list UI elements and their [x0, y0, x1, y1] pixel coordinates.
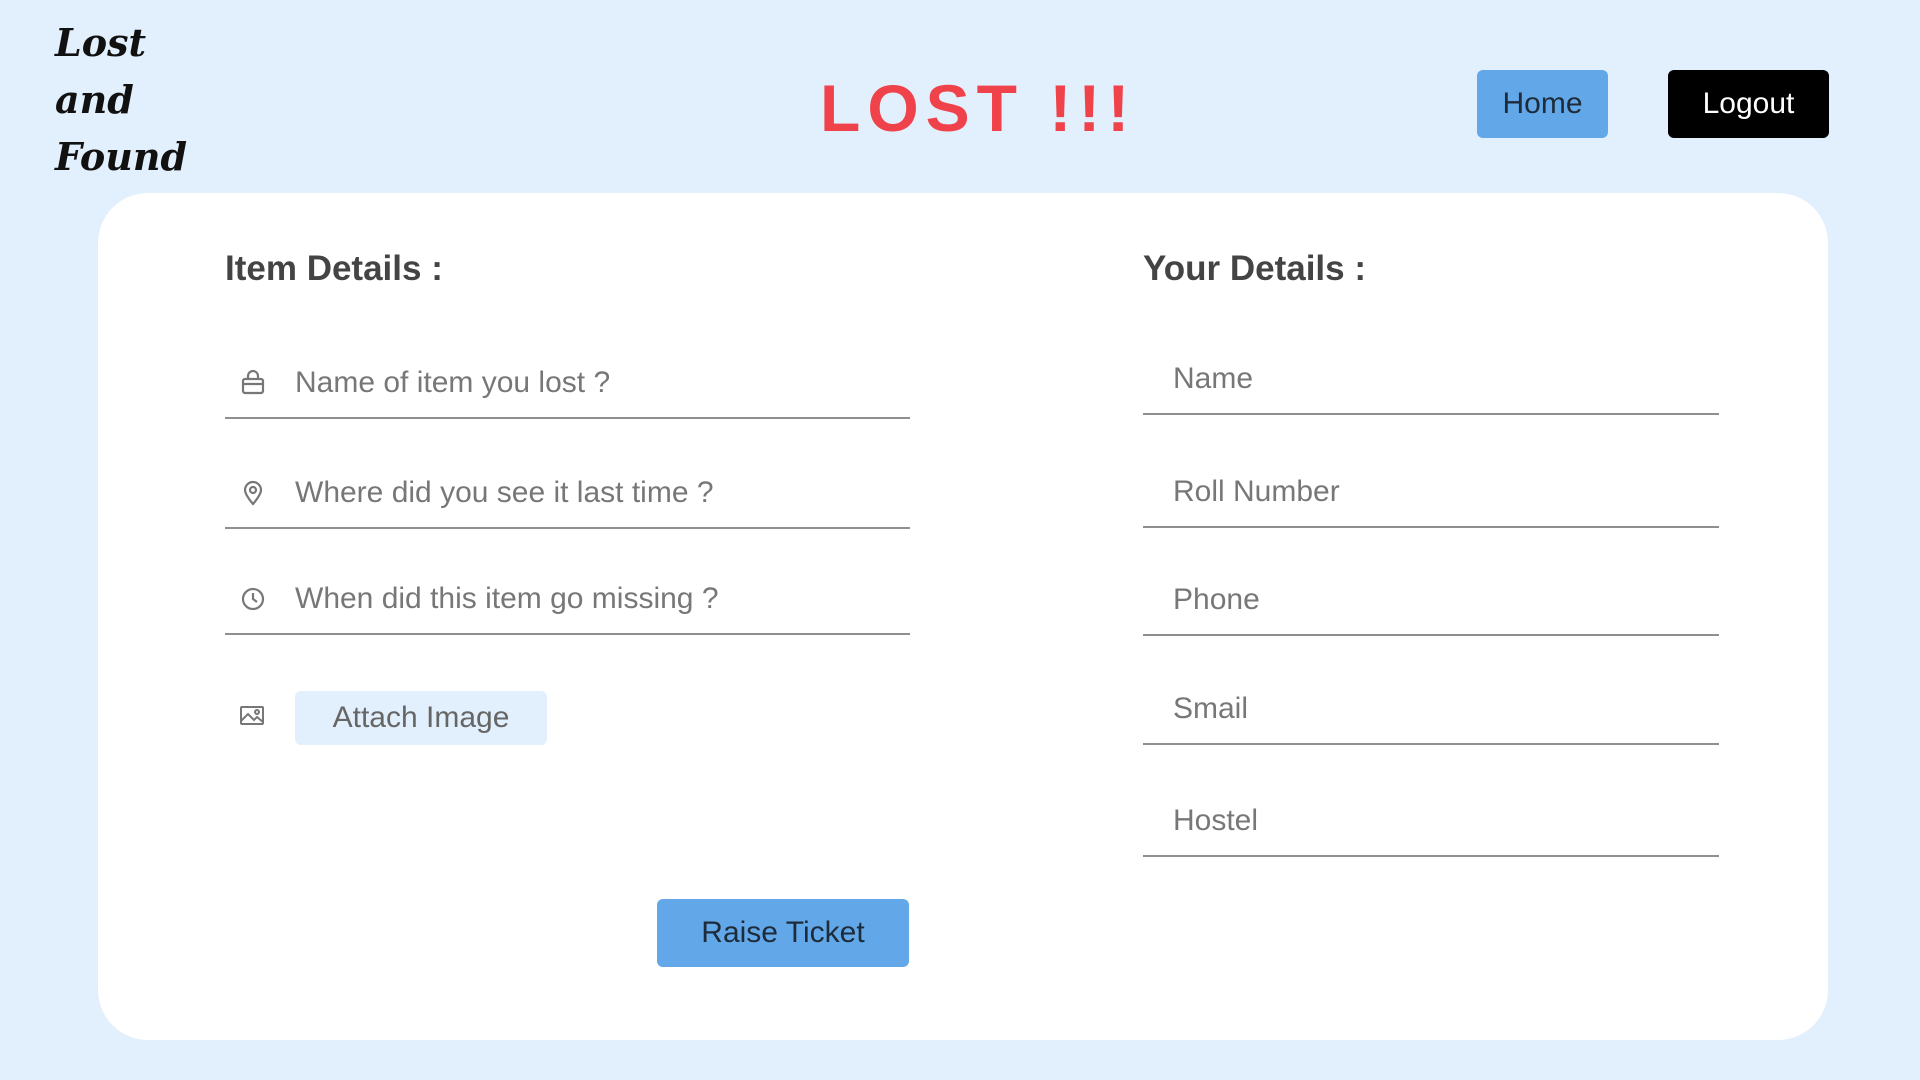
roll-number-field [1143, 458, 1719, 528]
image-icon [238, 701, 266, 729]
item-name-field [225, 349, 910, 419]
logo-line-2: and [55, 77, 134, 122]
email-input[interactable] [1173, 675, 1719, 743]
clock-icon [239, 585, 267, 613]
attach-image-button[interactable]: Attach Image [295, 691, 547, 745]
location-field [225, 459, 910, 529]
logo-line-3: Found [55, 134, 188, 179]
location-input[interactable] [295, 459, 910, 527]
raise-ticket-button[interactable]: Raise Ticket [657, 899, 909, 967]
logo-line-1: Lost [55, 20, 147, 65]
bag-icon [239, 369, 267, 397]
phone-input[interactable] [1173, 566, 1719, 634]
page: Lost and Found LOST !!! Home Logout Item… [0, 0, 1920, 1080]
logout-button[interactable]: Logout [1668, 70, 1829, 138]
page-title: LOST !!! [820, 71, 1137, 145]
name-input[interactable] [1173, 345, 1719, 413]
item-name-input[interactable] [295, 349, 910, 417]
roll-number-input[interactable] [1173, 458, 1719, 526]
hostel-field [1143, 787, 1719, 857]
name-field [1143, 345, 1719, 415]
your-details-heading: Your Details : [1143, 249, 1367, 288]
hostel-input[interactable] [1173, 787, 1719, 855]
time-input[interactable] [295, 565, 910, 633]
item-details-heading: Item Details : [225, 249, 443, 288]
phone-field [1143, 566, 1719, 636]
logo: Lost and Found [55, 14, 187, 185]
form-card: Item Details : Name of item you lost ? W… [98, 193, 1828, 1040]
home-button[interactable]: Home [1477, 70, 1608, 138]
time-field [225, 565, 910, 635]
email-field [1143, 675, 1719, 745]
location-pin-icon [239, 479, 267, 507]
